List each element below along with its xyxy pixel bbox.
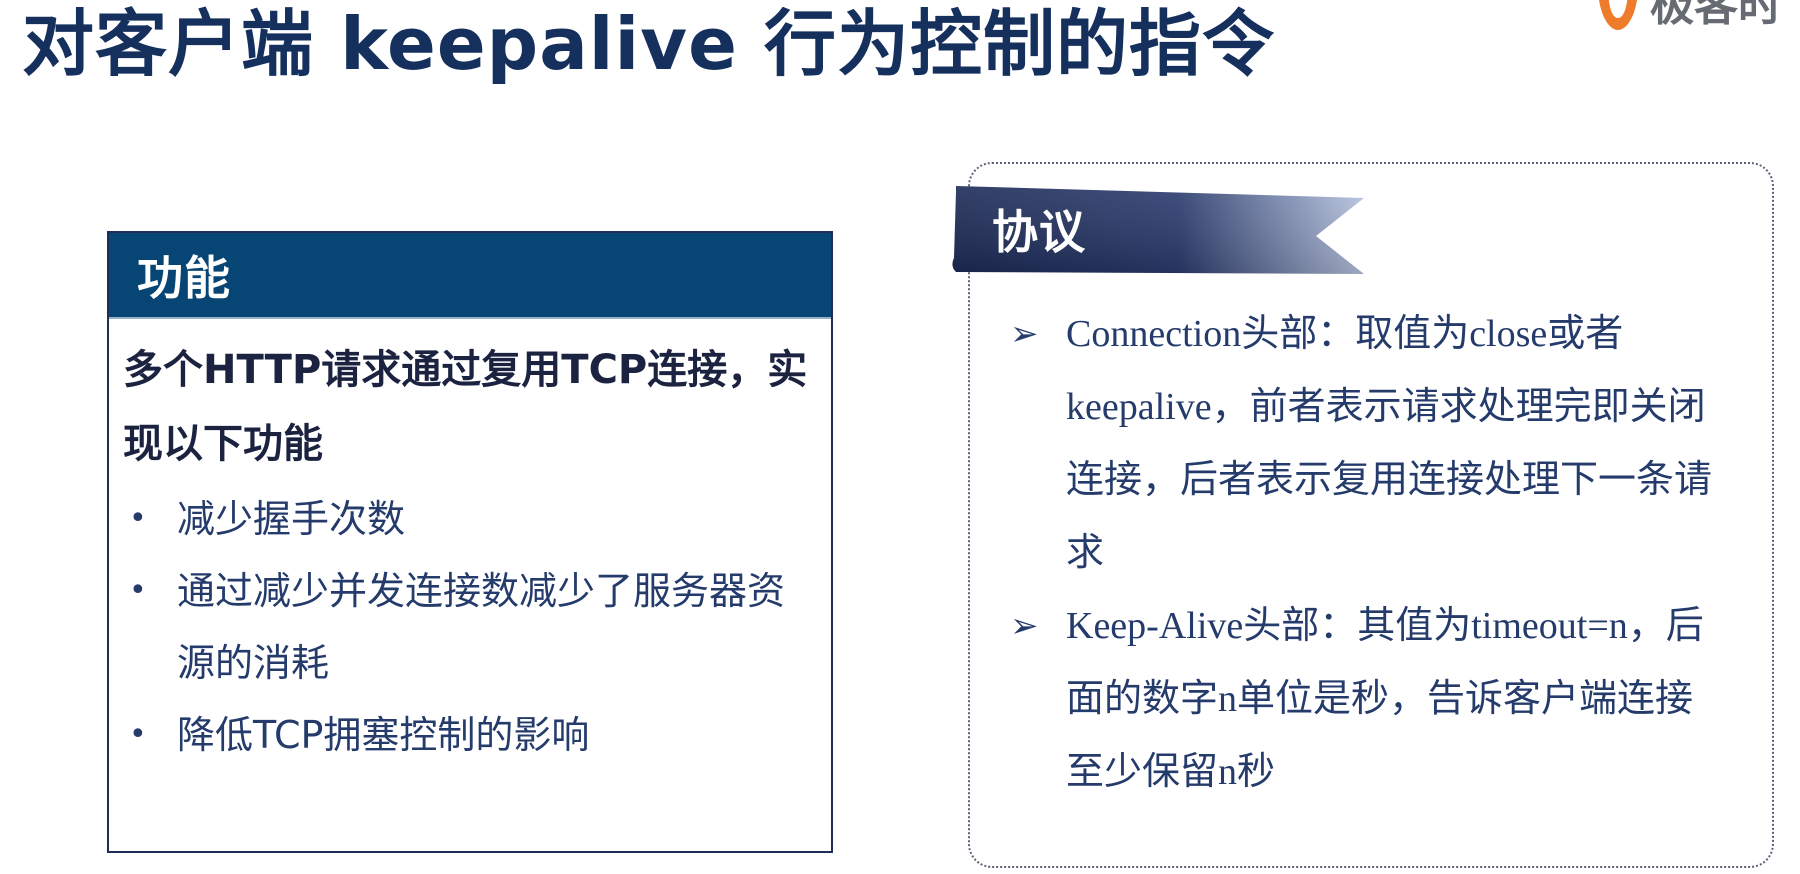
feature-item-text: 减少握手次数 bbox=[177, 497, 406, 541]
feature-item: • 通过减少并发连接数减少了服务器资源的消耗 bbox=[123, 555, 817, 699]
protocol-heading: 协议 bbox=[992, 205, 1086, 259]
feature-item-text: 通过减少并发连接数减少了服务器资源的消耗 bbox=[177, 569, 786, 685]
logo-text: 极客时 bbox=[1650, 0, 1782, 31]
feature-lead: 多个HTTP请求通过复用TCP连接，实现以下功能 bbox=[123, 347, 808, 467]
logo: 极客时 bbox=[1594, 0, 1782, 34]
feature-box: 功能 多个HTTP请求通过复用TCP连接，实现以下功能 • 减少握手次数 • 通… bbox=[107, 231, 833, 853]
protocol-item-text: Connection头部：取值为close或者keepalive，前者表示请求处… bbox=[1066, 313, 1713, 574]
protocol-item: ➢ Keep-Alive头部：其值为timeout=n，后面的数字n单位是秒，告… bbox=[1010, 590, 1730, 809]
geektime-logo-icon bbox=[1599, 0, 1637, 30]
arrow-bullet-icon: ➢ bbox=[1010, 314, 1039, 354]
feature-item-text: 降低TCP拥塞控制的影响 bbox=[177, 713, 590, 757]
protocol-item-text: Keep-Alive头部：其值为timeout=n，后面的数字n单位是秒，告诉客… bbox=[1066, 605, 1704, 793]
bullet-icon: • bbox=[129, 573, 147, 608]
bullet-icon: • bbox=[129, 717, 147, 752]
feature-header: 功能 bbox=[109, 233, 831, 319]
feature-item: • 降低TCP拥塞控制的影响 bbox=[123, 699, 817, 771]
feature-list: • 减少握手次数 • 通过减少并发连接数减少了服务器资源的消耗 • 降低TCP拥… bbox=[123, 483, 817, 771]
feature-heading: 功能 bbox=[137, 251, 231, 305]
protocol-list: ➢ Connection头部：取值为close或者keepalive，前者表示请… bbox=[1010, 298, 1730, 809]
protocol-item: ➢ Connection头部：取值为close或者keepalive，前者表示请… bbox=[1010, 298, 1730, 590]
feature-item: • 减少握手次数 bbox=[123, 483, 817, 555]
feature-body: 多个HTTP请求通过复用TCP连接，实现以下功能 • 减少握手次数 • 通过减少… bbox=[109, 319, 831, 771]
arrow-bullet-icon: ➢ bbox=[1010, 606, 1039, 646]
slide-title: 对客户端 keepalive 行为控制的指令 bbox=[22, 2, 1275, 86]
bullet-icon: • bbox=[129, 501, 147, 536]
